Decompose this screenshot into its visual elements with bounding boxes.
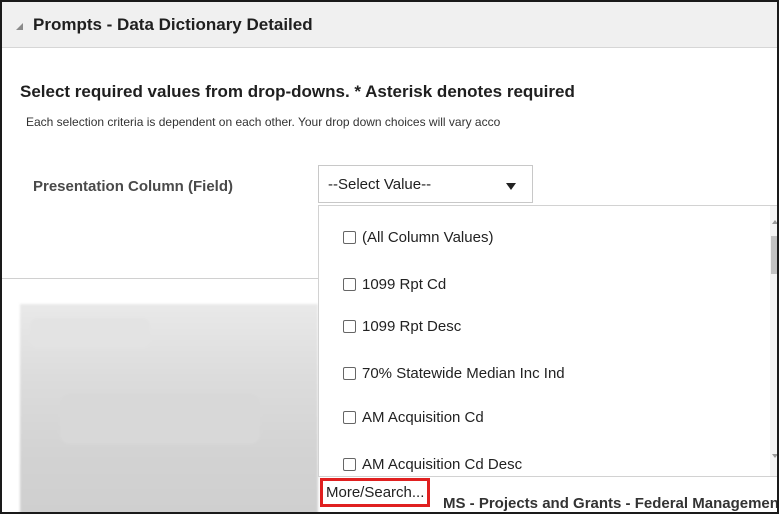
dropdown-scrollbar[interactable] [770,206,777,476]
more-search-link[interactable]: More/Search... [320,478,431,507]
dropdown-caret-icon[interactable] [506,183,516,190]
prompts-panel: Prompts - Data Dictionary Detailed Selec… [0,0,779,514]
checkbox[interactable] [343,277,356,291]
checkbox[interactable] [343,230,356,244]
list-item[interactable]: 70% Statewide Median Inc Ind [343,360,565,386]
background-report-title: MS - Projects and Grants - Federal Manag… [443,495,779,512]
dropdown-list[interactable]: (All Column Values) 1099 Rpt Cd 1099 Rpt… [318,205,777,477]
option-label: 70% Statewide Median Inc Ind [362,364,565,382]
panel-title: Prompts - Data Dictionary Detailed [33,14,313,34]
blurred-content [20,304,318,512]
option-label: 1099 Rpt Desc [362,317,462,335]
option-label: AM Acquisition Cd [362,408,484,426]
checkbox[interactable] [343,319,356,333]
presentation-column-label: Presentation Column (Field) [33,178,234,195]
list-item[interactable]: 1099 Rpt Desc [343,313,461,339]
panel-header[interactable]: Prompts - Data Dictionary Detailed [2,2,777,48]
list-item[interactable]: (All Column Values) [343,224,493,250]
option-label: (All Column Values) [362,228,494,246]
list-item[interactable]: AM Acquisition Cd [343,404,484,430]
scroll-down-arrow-icon[interactable] [772,454,777,458]
checkbox[interactable] [343,457,356,471]
scroll-up-arrow-icon[interactable] [772,220,777,224]
option-label: AM Acquisition Cd Desc [362,455,523,473]
collapse-triangle-icon[interactable] [16,23,23,30]
instructions-heading: Select required values from drop-downs. … [20,82,575,101]
list-item[interactable]: AM Acquisition Cd Desc [343,451,523,476]
divider [2,278,318,279]
checkbox[interactable] [343,410,356,424]
scroll-thumb[interactable] [771,236,777,274]
presentation-column-select[interactable]: --Select Value-- [318,165,533,203]
checkbox[interactable] [343,366,356,380]
select-value: --Select Value-- [328,175,432,193]
list-item[interactable]: 1099 Rpt Cd [343,271,446,297]
option-label: 1099 Rpt Cd [362,275,447,293]
instructions-note: Each selection criteria is dependent on … [26,115,501,129]
